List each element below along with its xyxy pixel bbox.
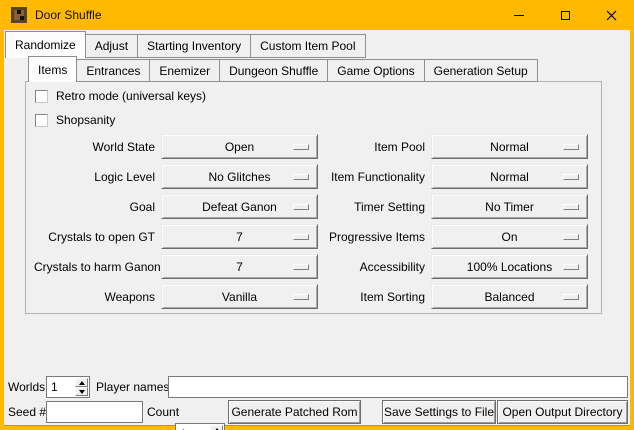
dropdown-indicator-icon xyxy=(563,144,579,150)
accessibility-row: Accessibility 100% Locations xyxy=(314,254,588,279)
item-sorting-dropdown[interactable]: Balanced xyxy=(431,284,588,309)
world-state-dropdown[interactable]: Open xyxy=(161,134,318,159)
client-area: Randomize Adjust Starting Inventory Cust… xyxy=(4,30,630,426)
goal-row: Goal Defeat Ganon xyxy=(34,194,318,219)
progressive-items-dropdown[interactable]: On xyxy=(431,224,588,249)
options-column-left: World State Open Logic Level No Glitches… xyxy=(34,134,318,314)
crystals-ganon-row: Crystals to harm Ganon 7 xyxy=(34,254,318,279)
dropdown-indicator-icon xyxy=(293,144,309,150)
shopsanity-label: Shopsanity xyxy=(56,113,115,127)
tab-dungeon-shuffle[interactable]: Dungeon Shuffle xyxy=(219,59,328,82)
player-names-label: Player names xyxy=(96,376,169,398)
worlds-input[interactable] xyxy=(47,377,74,397)
generate-patched-rom-button[interactable]: Generate Patched Rom xyxy=(228,400,361,424)
count-spinbox xyxy=(175,423,225,430)
accessibility-label: Accessibility xyxy=(314,260,431,274)
crystals-ganon-dropdown[interactable]: 7 xyxy=(161,254,318,279)
worlds-spinbox xyxy=(46,376,90,398)
count-spin-up-button[interactable] xyxy=(210,425,223,430)
worlds-label: Worlds xyxy=(8,376,45,398)
timer-setting-dropdown[interactable]: No Timer xyxy=(431,194,588,219)
tab-randomize[interactable]: Randomize xyxy=(5,31,86,58)
shopsanity-checkbox[interactable] xyxy=(35,114,48,127)
count-label: Count xyxy=(147,401,179,423)
dropdown-indicator-icon xyxy=(563,234,579,240)
item-functionality-dropdown[interactable]: Normal xyxy=(431,164,588,189)
crystals-gt-label: Crystals to open GT xyxy=(34,230,161,244)
item-sorting-row: Item Sorting Balanced xyxy=(314,284,588,309)
seed-label: Seed # xyxy=(8,401,46,423)
retro-mode-row: Retro mode (universal keys) xyxy=(35,88,206,104)
progressive-items-row: Progressive Items On xyxy=(314,224,588,249)
accessibility-dropdown[interactable]: 100% Locations xyxy=(431,254,588,279)
progressive-items-label: Progressive Items xyxy=(314,230,431,244)
timer-setting-row: Timer Setting No Timer xyxy=(314,194,588,219)
close-button[interactable] xyxy=(588,0,634,30)
dropdown-indicator-icon xyxy=(293,294,309,300)
weapons-dropdown[interactable]: Vanilla xyxy=(161,284,318,309)
dropdown-indicator-icon xyxy=(563,174,579,180)
goal-dropdown[interactable]: Defeat Ganon xyxy=(161,194,318,219)
maximize-button[interactable] xyxy=(542,0,588,30)
retro-mode-label: Retro mode (universal keys) xyxy=(56,89,206,103)
maximize-icon xyxy=(561,11,570,20)
app-window: Door Shuffle Randomize Adjust Starting I… xyxy=(0,0,634,430)
open-output-directory-button[interactable]: Open Output Directory xyxy=(497,400,628,424)
weapons-label: Weapons xyxy=(34,290,161,304)
crystals-ganon-label: Crystals to harm Ganon xyxy=(34,260,161,274)
tab-starting-inventory[interactable]: Starting Inventory xyxy=(137,34,251,58)
dropdown-indicator-icon xyxy=(563,294,579,300)
tab-enemizer[interactable]: Enemizer xyxy=(149,59,220,82)
minimize-icon xyxy=(514,15,524,16)
options-column-right: Item Pool Normal Item Functionality Norm… xyxy=(314,134,588,314)
item-pool-row: Item Pool Normal xyxy=(314,134,588,159)
main-tab-bar: Randomize Adjust Starting Inventory Cust… xyxy=(5,31,366,58)
worlds-spin-down-button[interactable] xyxy=(75,387,88,396)
arrow-up-icon xyxy=(79,381,85,385)
minimize-button[interactable] xyxy=(496,0,542,30)
item-functionality-row: Item Functionality Normal xyxy=(314,164,588,189)
tab-generation-setup[interactable]: Generation Setup xyxy=(424,59,538,82)
goal-label: Goal xyxy=(34,200,161,214)
crystals-gt-dropdown[interactable]: 7 xyxy=(161,224,318,249)
dropdown-indicator-icon xyxy=(293,204,309,210)
close-icon xyxy=(606,10,617,21)
item-sorting-label: Item Sorting xyxy=(314,290,431,304)
dropdown-indicator-icon xyxy=(563,264,579,270)
timer-setting-label: Timer Setting xyxy=(314,200,431,214)
tab-custom-item-pool[interactable]: Custom Item Pool xyxy=(250,34,365,58)
tab-entrances[interactable]: Entrances xyxy=(76,59,150,82)
dropdown-indicator-icon xyxy=(293,234,309,240)
world-state-row: World State Open xyxy=(34,134,318,159)
title-bar: Door Shuffle xyxy=(0,0,634,30)
item-pool-dropdown[interactable]: Normal xyxy=(431,134,588,159)
arrow-down-icon xyxy=(79,390,85,394)
count-input[interactable] xyxy=(176,424,209,430)
player-names-input[interactable] xyxy=(168,376,628,398)
retro-mode-checkbox[interactable] xyxy=(35,90,48,103)
tab-game-options[interactable]: Game Options xyxy=(327,59,424,82)
dropdown-indicator-icon xyxy=(293,264,309,270)
crystals-gt-row: Crystals to open GT 7 xyxy=(34,224,318,249)
tab-adjust[interactable]: Adjust xyxy=(85,34,138,58)
weapons-row: Weapons Vanilla xyxy=(34,284,318,309)
world-state-label: World State xyxy=(34,140,161,154)
door-icon xyxy=(11,7,27,23)
save-settings-button[interactable]: Save Settings to File xyxy=(382,400,496,424)
logic-level-label: Logic Level xyxy=(34,170,161,184)
sub-tab-bar: Items Entrances Enemizer Dungeon Shuffle… xyxy=(28,56,538,82)
item-functionality-label: Item Functionality xyxy=(314,170,431,184)
worlds-spin-up-button[interactable] xyxy=(75,378,88,387)
item-pool-label: Item Pool xyxy=(314,140,431,154)
seed-input[interactable] xyxy=(46,401,143,423)
shopsanity-row: Shopsanity xyxy=(35,112,115,128)
items-tab-pane: Retro mode (universal keys) Shopsanity W… xyxy=(25,81,602,314)
dropdown-indicator-icon xyxy=(563,204,579,210)
logic-level-dropdown[interactable]: No Glitches xyxy=(161,164,318,189)
window-title: Door Shuffle xyxy=(35,8,102,22)
tab-items[interactable]: Items xyxy=(28,56,77,82)
logic-level-row: Logic Level No Glitches xyxy=(34,164,318,189)
dropdown-indicator-icon xyxy=(293,174,309,180)
